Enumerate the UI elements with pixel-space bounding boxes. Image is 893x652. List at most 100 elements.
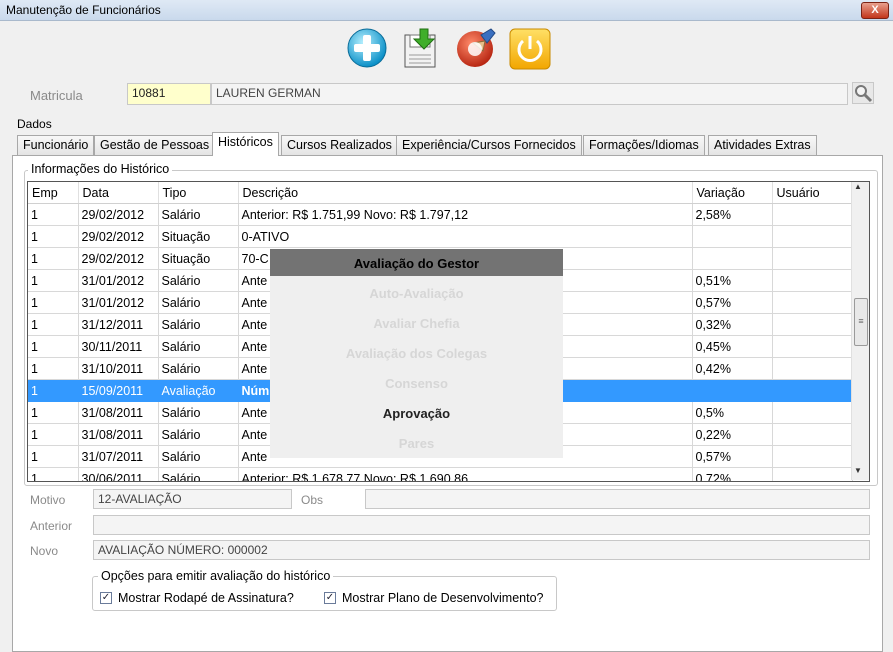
cell-usuario: [772, 423, 853, 446]
cell-emp: 1: [28, 423, 79, 446]
table-row[interactable]: 1 29/02/2012 Situação 0-ATIVO: [28, 225, 853, 248]
plano-checkbox[interactable]: ✓: [324, 592, 336, 604]
history-group-label: Informações do Histórico: [28, 162, 173, 176]
cell-tipo: Salário: [158, 467, 239, 481]
cell-variacao: 0,32%: [692, 313, 773, 336]
cell-emp: 1: [28, 291, 79, 314]
clear-brush-icon: [457, 28, 496, 67]
tab-historicos[interactable]: Históricos: [212, 132, 279, 156]
obs-field: [365, 489, 870, 509]
employee-name-field: LAUREN GERMAN: [211, 83, 848, 105]
cell-usuario: [772, 335, 853, 358]
cell-emp: 1: [28, 401, 79, 424]
anterior-field: [93, 515, 870, 535]
menu-item-pares[interactable]: Pares: [270, 436, 563, 451]
cell-variacao: 0,57%: [692, 291, 773, 314]
exit-button[interactable]: [509, 28, 551, 70]
options-group-label: Opções para emitir avaliação do históric…: [98, 569, 334, 583]
matricula-label: Matricula: [30, 88, 83, 103]
cell-usuario: [772, 379, 853, 402]
menu-item-aprovacao[interactable]: Aprovação: [270, 406, 563, 421]
cell-tipo: Avaliação: [158, 379, 239, 402]
column-header-variacao[interactable]: Variação: [692, 182, 773, 204]
plano-label: Mostrar Plano de Desenvolvimento?: [342, 591, 544, 605]
scroll-down-arrow[interactable]: ▼: [854, 466, 862, 475]
cell-usuario: [772, 247, 853, 270]
column-header-data[interactable]: Data: [78, 182, 159, 204]
cell-data: 31/08/2011: [78, 401, 159, 424]
column-header-emp[interactable]: Emp: [28, 182, 79, 204]
clear-button[interactable]: [455, 27, 497, 69]
scroll-thumb[interactable]: ≡: [854, 298, 868, 346]
cell-tipo: Salário: [158, 401, 239, 424]
cell-descricao: 0-ATIVO: [238, 225, 693, 248]
search-icon: [855, 85, 873, 103]
cell-variacao: 0,22%: [692, 423, 773, 446]
cell-usuario: [772, 291, 853, 314]
cell-variacao: 0,57%: [692, 445, 773, 468]
grid-header-row: Emp Data Tipo Descrição Variação Usuário: [28, 182, 853, 204]
novo-label: Novo: [30, 544, 59, 558]
cell-usuario: [772, 313, 853, 336]
menu-item-avaliar-chefia[interactable]: Avaliar Chefia: [270, 316, 563, 331]
cell-data: 29/02/2012: [78, 247, 159, 270]
anterior-label: Anterior: [30, 519, 73, 533]
cell-emp: 1: [28, 357, 79, 380]
cell-emp: 1: [28, 225, 79, 248]
cell-data: 31/12/2011: [78, 313, 159, 336]
column-header-usuario[interactable]: Usuário: [772, 182, 853, 204]
menu-item-consenso[interactable]: Consenso: [270, 376, 563, 391]
tab-funcionario[interactable]: Funcionário: [17, 135, 95, 155]
cell-data: 31/10/2011: [78, 357, 159, 380]
cell-emp: 1: [28, 379, 79, 402]
cell-emp: 1: [28, 335, 79, 358]
tab-formacoes-idiomas[interactable]: Formações/Idiomas: [583, 135, 705, 155]
cell-data: 15/09/2011: [78, 379, 159, 402]
menu-item-avaliacao-colegas[interactable]: Avaliação dos Colegas: [270, 346, 563, 361]
cell-tipo: Salário: [158, 335, 239, 358]
cell-tipo: Salário: [158, 357, 239, 380]
cell-emp: 1: [28, 203, 79, 226]
scroll-up-arrow[interactable]: ▲: [854, 182, 862, 191]
table-row[interactable]: 1 29/02/2012 Salário Anterior: R$ 1.751,99 …: [28, 203, 853, 226]
cell-tipo: Salário: [158, 269, 239, 292]
menu-item-auto-avaliacao[interactable]: Auto-Avaliação: [270, 286, 563, 301]
grid-scrollbar[interactable]: ▲ ≡ ▼: [851, 182, 869, 480]
cell-variacao: 0,5%: [692, 401, 773, 424]
rodape-label: Mostrar Rodapé de Assinatura?: [118, 591, 294, 605]
cell-emp: 1: [28, 445, 79, 468]
cell-data: 31/07/2011: [78, 445, 159, 468]
tab-atividades-extras[interactable]: Atividades Extras: [708, 135, 817, 155]
add-button[interactable]: [346, 27, 388, 69]
search-button[interactable]: [852, 82, 874, 104]
cell-tipo: Salário: [158, 291, 239, 314]
cell-tipo: Salário: [158, 423, 239, 446]
rodape-checkbox[interactable]: ✓: [100, 592, 112, 604]
popup-title: Avaliação do Gestor: [270, 249, 563, 276]
cell-tipo: Salário: [158, 203, 239, 226]
tab-experiencia-cursos[interactable]: Experiência/Cursos Fornecidos: [396, 135, 582, 155]
cell-data: 30/06/2011: [78, 467, 159, 481]
cell-tipo: Salário: [158, 313, 239, 336]
tab-cursos-realizados[interactable]: Cursos Realizados: [281, 135, 398, 155]
obs-label: Obs: [301, 493, 324, 507]
cell-variacao: 0,72%: [692, 467, 773, 481]
add-icon: [347, 28, 387, 68]
column-header-tipo[interactable]: Tipo: [158, 182, 239, 204]
cell-variacao: 0,45%: [692, 335, 773, 358]
cell-data: 31/08/2011: [78, 423, 159, 446]
cell-usuario: [772, 445, 853, 468]
cell-emp: 1: [28, 269, 79, 292]
cell-variacao: 2,58%: [692, 203, 773, 226]
matricula-id-field[interactable]: 10881: [127, 83, 211, 105]
close-button[interactable]: X: [861, 2, 889, 19]
save-button[interactable]: [400, 27, 442, 69]
tab-gestao-de-pessoas[interactable]: Gestão de Pessoas: [94, 135, 216, 155]
cell-data: 31/01/2012: [78, 269, 159, 292]
cell-usuario: [772, 225, 853, 248]
title-bar: Manutenção de Funcionários X: [0, 0, 893, 21]
cell-usuario: [772, 203, 853, 226]
column-header-descricao[interactable]: Descrição: [238, 182, 693, 204]
table-row[interactable]: 1 30/06/2011 Salário Anterior: R$ 1.678,77 …: [28, 467, 853, 481]
cell-data: 31/01/2012: [78, 291, 159, 314]
